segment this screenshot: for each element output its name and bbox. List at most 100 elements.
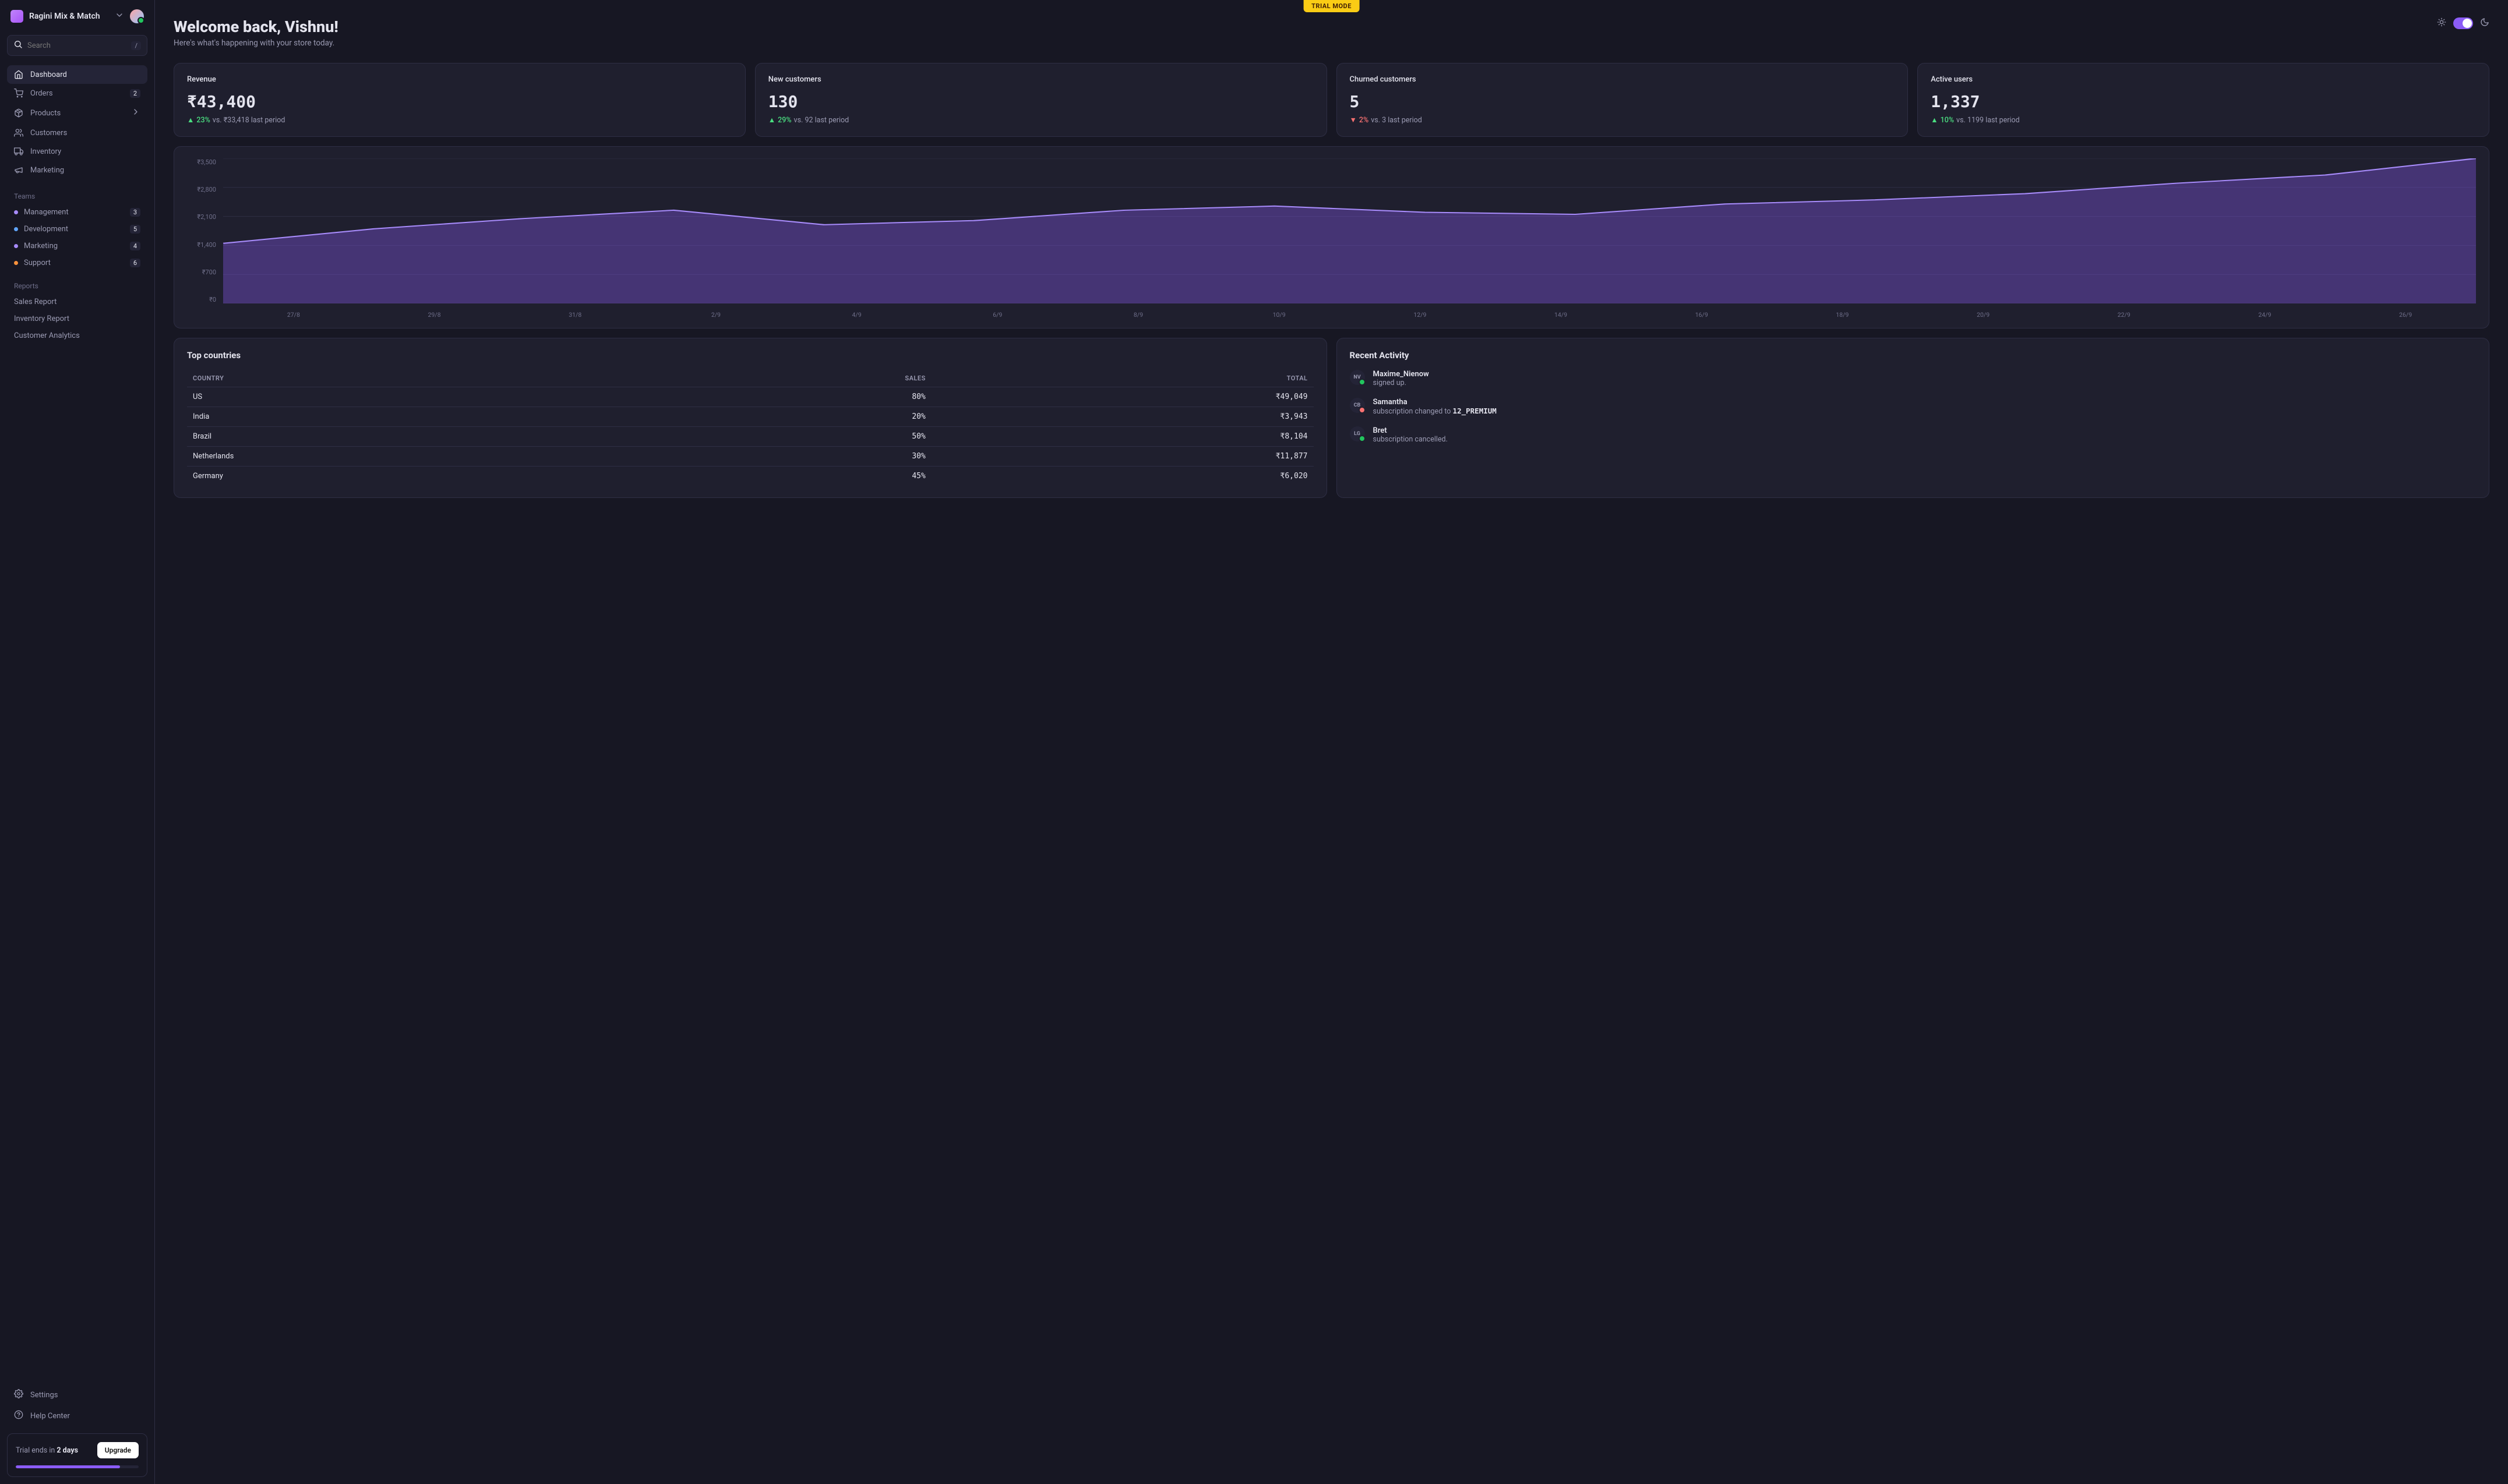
nav-orders[interactable]: Orders2 <box>7 84 147 103</box>
team-support[interactable]: Support6 <box>0 255 154 271</box>
x-tick: 12/9 <box>1350 311 1491 319</box>
theme-toggle[interactable] <box>2453 17 2473 29</box>
sun-icon[interactable] <box>2437 17 2446 29</box>
nav-label: Marketing <box>30 166 140 175</box>
report-item[interactable]: Sales Report <box>0 294 154 310</box>
trial-progress <box>16 1465 139 1468</box>
activity-item: NVMaxime_Nienowsigned up. <box>1350 370 2477 387</box>
y-tick: ₹2,100 <box>187 213 216 221</box>
teams-heading: Teams <box>0 182 154 204</box>
stat-value: 5 <box>1350 92 1895 111</box>
reports-heading: Reports <box>0 271 154 294</box>
countries-table: COUNTRY SALES TOTAL US80%₹49,049India20%… <box>187 370 1314 486</box>
trend-up-icon: ▲ <box>768 116 775 125</box>
th-sales: SALES <box>648 370 932 387</box>
cell-sales: 20% <box>648 407 932 427</box>
x-tick: 8/9 <box>1068 311 1209 319</box>
y-tick: ₹700 <box>187 268 216 276</box>
page-subtitle: Here's what's happening with your store … <box>174 38 338 48</box>
nav-products[interactable]: Products <box>7 103 147 123</box>
x-tick: 18/9 <box>1772 311 1913 319</box>
cell-country: US <box>187 387 648 407</box>
moon-icon[interactable] <box>2480 17 2489 29</box>
search-input[interactable] <box>27 41 126 50</box>
stats-grid: Revenue₹43,400▲ 23% vs. ₹33,418 last per… <box>174 63 2489 137</box>
y-tick: ₹1,400 <box>187 241 216 249</box>
x-tick: 22/9 <box>2054 311 2195 319</box>
nav-marketing[interactable]: Marketing <box>7 161 147 179</box>
main-content: TRIAL MODE Welcome back, Vishnu! Here's … <box>155 0 2508 1484</box>
x-tick: 20/9 <box>1913 311 2054 319</box>
table-row: Netherlands30%₹11,877 <box>187 447 1314 467</box>
x-tick: 26/9 <box>2335 311 2476 319</box>
sidebar: Ragini Mix & Match / DashboardOrders2 Pro… <box>0 0 155 1484</box>
package-icon <box>14 108 23 118</box>
truck-icon <box>14 147 23 156</box>
team-marketing[interactable]: Marketing 4 <box>0 238 154 255</box>
x-tick: 10/9 <box>1209 311 1350 319</box>
team-count: 5 <box>130 225 140 234</box>
activity-avatar: NV <box>1350 370 1365 385</box>
table-row: Germany45%₹6,020 <box>187 467 1314 486</box>
activity-desc: subscription cancelled. <box>1373 435 1448 444</box>
report-item[interactable]: Inventory Report <box>0 310 154 327</box>
recent-activity-title: Recent Activity <box>1350 350 2477 361</box>
x-tick: 4/9 <box>786 311 927 319</box>
revenue-chart-card: ₹3,500₹2,800₹2,100₹1,400₹700₹0 27/829/83… <box>174 146 2489 328</box>
reports-list: Sales ReportInventory ReportCustomer Ana… <box>0 294 154 344</box>
search-box[interactable]: / <box>7 35 147 56</box>
x-tick: 24/9 <box>2195 311 2336 319</box>
users-icon <box>14 128 23 137</box>
teams-list: Management3Development5 Marketing 4 Support… <box>0 204 154 271</box>
stat-value: ₹43,400 <box>187 92 732 111</box>
activity-item: CBSamanthasubscription changed to 12_PRE… <box>1350 398 2477 416</box>
revenue-chart: ₹3,500₹2,800₹2,100₹1,400₹700₹0 27/829/83… <box>187 158 2476 319</box>
cell-total: ₹6,020 <box>932 467 1314 486</box>
trial-box: Trial ends in 2 days Upgrade <box>7 1433 147 1477</box>
nav-help[interactable]: Help Center <box>0 1405 154 1426</box>
y-tick: ₹3,500 <box>187 158 216 166</box>
x-tick: 2/9 <box>645 311 786 319</box>
user-avatar[interactable] <box>130 9 144 23</box>
y-tick: ₹2,800 <box>187 186 216 193</box>
x-tick: 29/8 <box>364 311 505 319</box>
team-management[interactable]: Management3 <box>0 204 154 221</box>
gear-icon <box>14 1389 23 1401</box>
top-countries-title: Top countries <box>187 350 1314 361</box>
team-label: Marketing <box>24 242 124 250</box>
report-item[interactable]: Customer Analytics <box>0 327 154 344</box>
activity-name: Bret <box>1373 426 1448 435</box>
stat-label: Revenue <box>187 75 732 84</box>
trial-mode-banner: TRIAL MODE <box>1303 0 1360 12</box>
stat-card: New customers130▲ 29% vs. 92 last period <box>755 63 1327 137</box>
stat-value: 130 <box>768 92 1314 111</box>
top-controls <box>2437 17 2489 29</box>
store-logo <box>10 10 23 23</box>
stat-delta: ▲ 10% vs. 1199 last period <box>1931 116 2476 125</box>
x-tick: 14/9 <box>1490 311 1631 319</box>
stat-delta: ▼ 2% vs. 3 last period <box>1350 116 1895 125</box>
chevron-down-icon <box>115 10 124 22</box>
team-count: 4 <box>130 242 140 250</box>
cell-total: ₹3,943 <box>932 407 1314 427</box>
team-dot <box>14 210 18 214</box>
trend-up-icon: ▲ <box>1931 116 1938 125</box>
x-tick: 27/8 <box>223 311 364 319</box>
cell-country: Brazil <box>187 427 648 447</box>
activity-avatar: CB <box>1350 398 1365 413</box>
nav-dashboard[interactable]: Dashboard <box>7 65 147 84</box>
nav-label: Products <box>30 109 124 118</box>
nav-inventory[interactable]: Inventory <box>7 142 147 161</box>
upgrade-button[interactable]: Upgrade <box>97 1442 139 1458</box>
store-switcher[interactable]: Ragini Mix & Match <box>0 0 154 33</box>
y-tick: ₹0 <box>187 296 216 303</box>
nav-customers[interactable]: Customers <box>7 123 147 142</box>
cell-sales: 50% <box>648 427 932 447</box>
trend-up-icon: ▲ <box>187 116 194 125</box>
megaphone-icon <box>14 165 23 175</box>
team-label: Support <box>24 259 124 267</box>
cell-total: ₹49,049 <box>932 387 1314 407</box>
stat-label: Churned customers <box>1350 75 1895 84</box>
nav-settings[interactable]: Settings <box>0 1384 154 1405</box>
team-development[interactable]: Development5 <box>0 221 154 238</box>
